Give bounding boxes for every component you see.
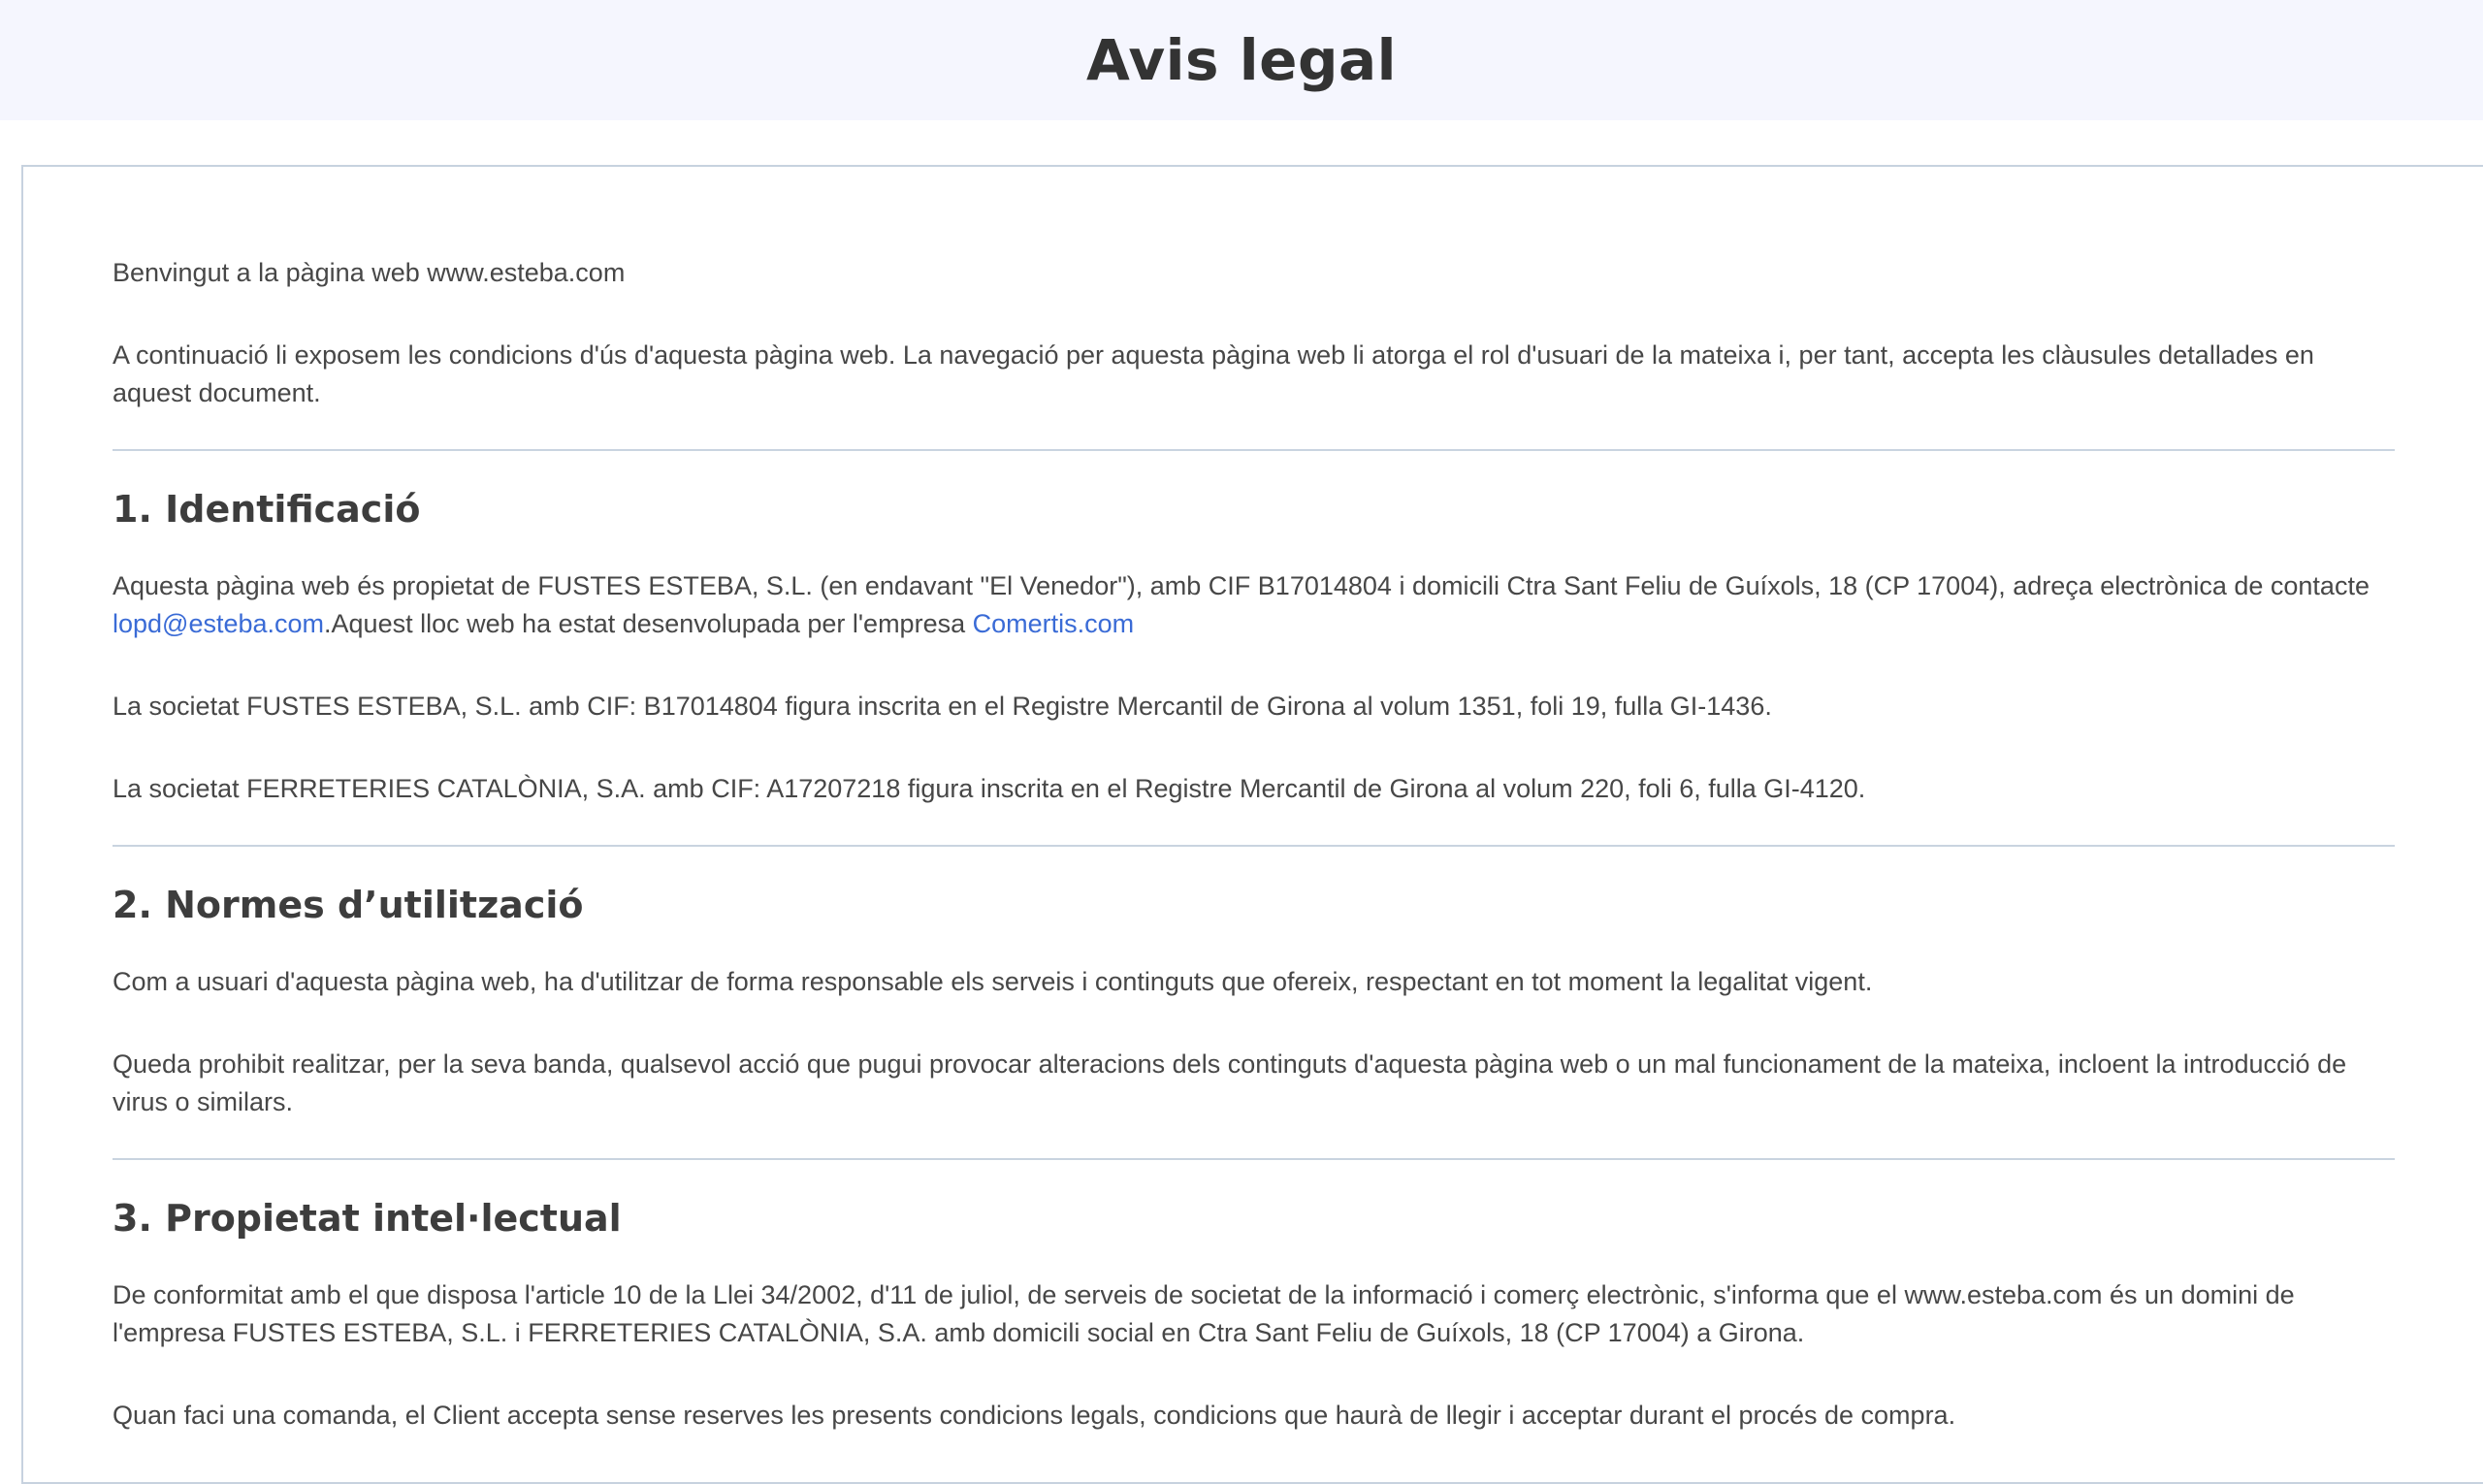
page-header: Avis legal [0, 0, 2483, 120]
usage-rules-paragraph-1: Com a usuari d'aquesta pàgina web, ha d'… [113, 967, 1873, 996]
ferreteries-registry-text: La societat FERRETERIES CATALÒNIA, S.A. … [113, 774, 1866, 803]
intellectual-property-section: 3. Propietat intel·lectual De conformita… [113, 1197, 2395, 1435]
identification-heading: 1. Identificació [113, 488, 421, 531]
intellectual-property-heading: 3. Propietat intel·lectual [113, 1197, 622, 1240]
usage-rules-section: 2. Normes d’utilització Com a usuari d'a… [113, 884, 2395, 1121]
identification-section: 1. Identificació Aquesta pàgina web és p… [113, 488, 2395, 808]
legal-content: Benvingut a la pàgina web www.esteba.com… [113, 254, 2395, 1435]
intro-section: Benvingut a la pàgina web www.esteba.com… [113, 254, 2395, 412]
section-divider [113, 845, 2395, 847]
usage-rules-paragraph-2: Queda prohibit realitzar, per la seva ba… [113, 1049, 2347, 1116]
identification-paragraph: Aquesta pàgina web és propietat de FUSTE… [113, 567, 2395, 643]
welcome-text: Benvingut a la pàgina web www.esteba.com [113, 258, 626, 287]
contact-email-link[interactable]: lopd@esteba.com [113, 609, 324, 638]
identification-text-middle: .Aquest lloc web ha estat desenvolupada … [324, 609, 973, 638]
legal-content-panel: Benvingut a la pàgina web www.esteba.com… [21, 165, 2483, 1484]
section-divider [113, 1158, 2395, 1160]
conditions-text: A continuació li exposem les condicions … [113, 340, 2314, 407]
intellectual-property-paragraph-2: Quan faci una comanda, el Client accepta… [113, 1401, 1956, 1430]
identification-text-start: Aquesta pàgina web és propietat de FUSTE… [113, 571, 2370, 600]
fustes-registry-text: La societat FUSTES ESTEBA, S.L. amb CIF:… [113, 692, 1772, 721]
section-divider [113, 449, 2395, 451]
intellectual-property-paragraph-1: De conformitat amb el que disposa l'arti… [113, 1280, 2295, 1347]
usage-rules-heading: 2. Normes d’utilització [113, 884, 584, 926]
developer-link[interactable]: Comertis.com [973, 609, 1135, 638]
page-title: Avis legal [1086, 27, 1397, 93]
